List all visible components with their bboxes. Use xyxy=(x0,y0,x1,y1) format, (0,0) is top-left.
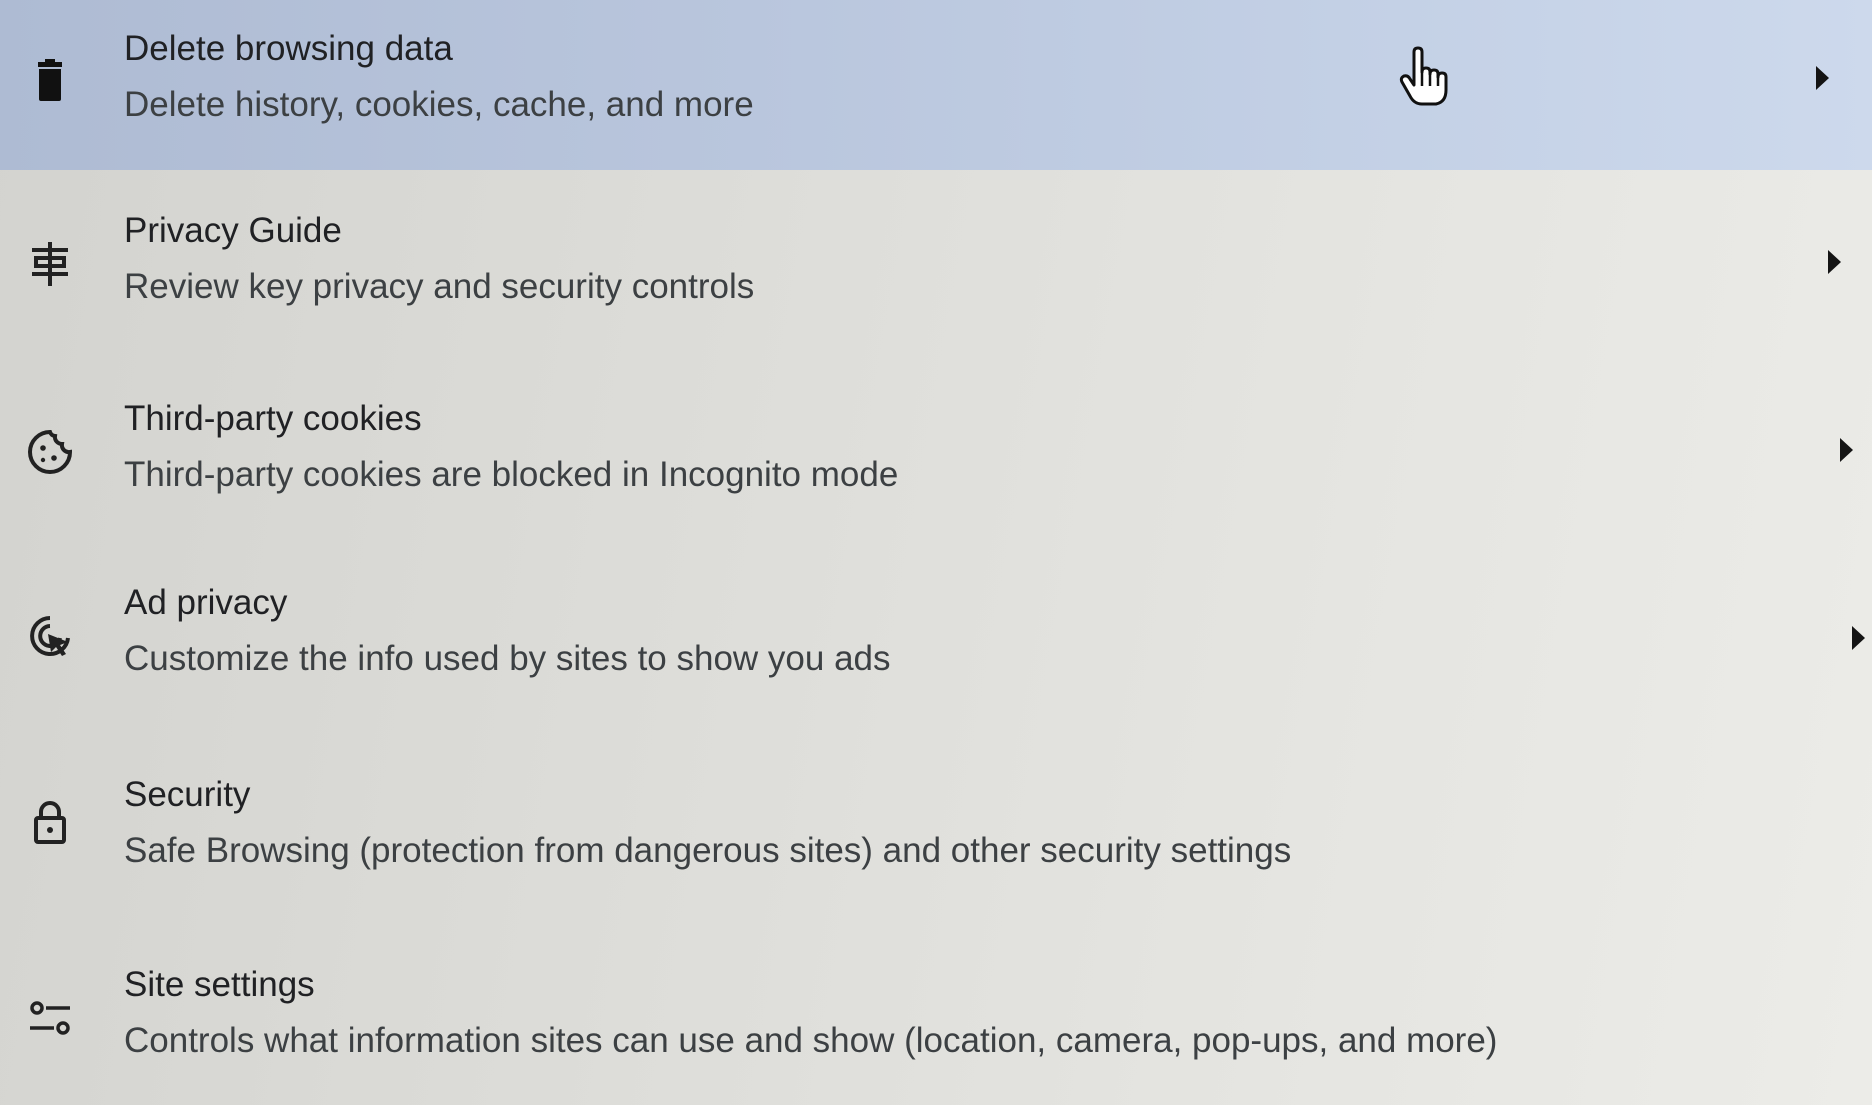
cookie-icon xyxy=(26,428,74,476)
row-text: Site settings Controls what information … xyxy=(124,964,1497,1062)
chevron-right-icon xyxy=(1840,438,1853,462)
chevron-right-icon xyxy=(1852,626,1865,650)
row-subtitle: Delete history, cookies, cache, and more xyxy=(124,85,754,124)
chevron-right-icon xyxy=(1828,250,1841,274)
trash-icon xyxy=(26,56,74,104)
ad-privacy-icon xyxy=(26,612,74,660)
row-subtitle: Third-party cookies are blocked in Incog… xyxy=(124,455,899,494)
row-text: Privacy Guide Review key privacy and sec… xyxy=(124,210,754,308)
row-subtitle: Controls what information sites can use … xyxy=(124,1021,1498,1060)
row-text: Security Safe Browsing (protection from … xyxy=(124,774,1291,872)
row-subtitle: Review key privacy and security controls xyxy=(124,267,755,306)
row-title: Site settings xyxy=(124,965,315,1004)
row-subtitle: Customize the info used by sites to show… xyxy=(124,639,891,678)
row-subtitle: Safe Browsing (protection from dangerous… xyxy=(124,831,1292,870)
tune-icon xyxy=(26,994,74,1042)
third-party-cookies-row[interactable]: Third-party cookies Third-party cookies … xyxy=(0,358,1872,542)
row-title: Security xyxy=(124,775,251,814)
row-title: Third-party cookies xyxy=(124,399,422,438)
privacy-settings-list: Delete browsing data Delete history, coo… xyxy=(0,0,1872,1105)
row-text: Ad privacy Customize the info used by si… xyxy=(124,582,891,680)
row-title: Privacy Guide xyxy=(124,211,342,250)
lock-icon xyxy=(26,798,74,846)
chevron-right-icon xyxy=(1816,66,1829,90)
row-title: Ad privacy xyxy=(124,583,288,622)
site-settings-row[interactable]: Site settings Controls what information … xyxy=(0,922,1872,1105)
privacy-guide-row[interactable]: Privacy Guide Review key privacy and sec… xyxy=(0,170,1872,354)
delete-browsing-data-row[interactable]: Delete browsing data Delete history, coo… xyxy=(0,0,1872,170)
privacy-guide-icon xyxy=(26,240,74,288)
security-row[interactable]: Security Safe Browsing (protection from … xyxy=(0,734,1872,918)
ad-privacy-row[interactable]: Ad privacy Customize the info used by si… xyxy=(0,546,1872,730)
row-text: Third-party cookies Third-party cookies … xyxy=(124,398,898,496)
hand-pointer-icon xyxy=(1396,46,1452,108)
row-title: Delete browsing data xyxy=(124,29,453,68)
row-text: Delete browsing data Delete history, coo… xyxy=(124,28,754,126)
